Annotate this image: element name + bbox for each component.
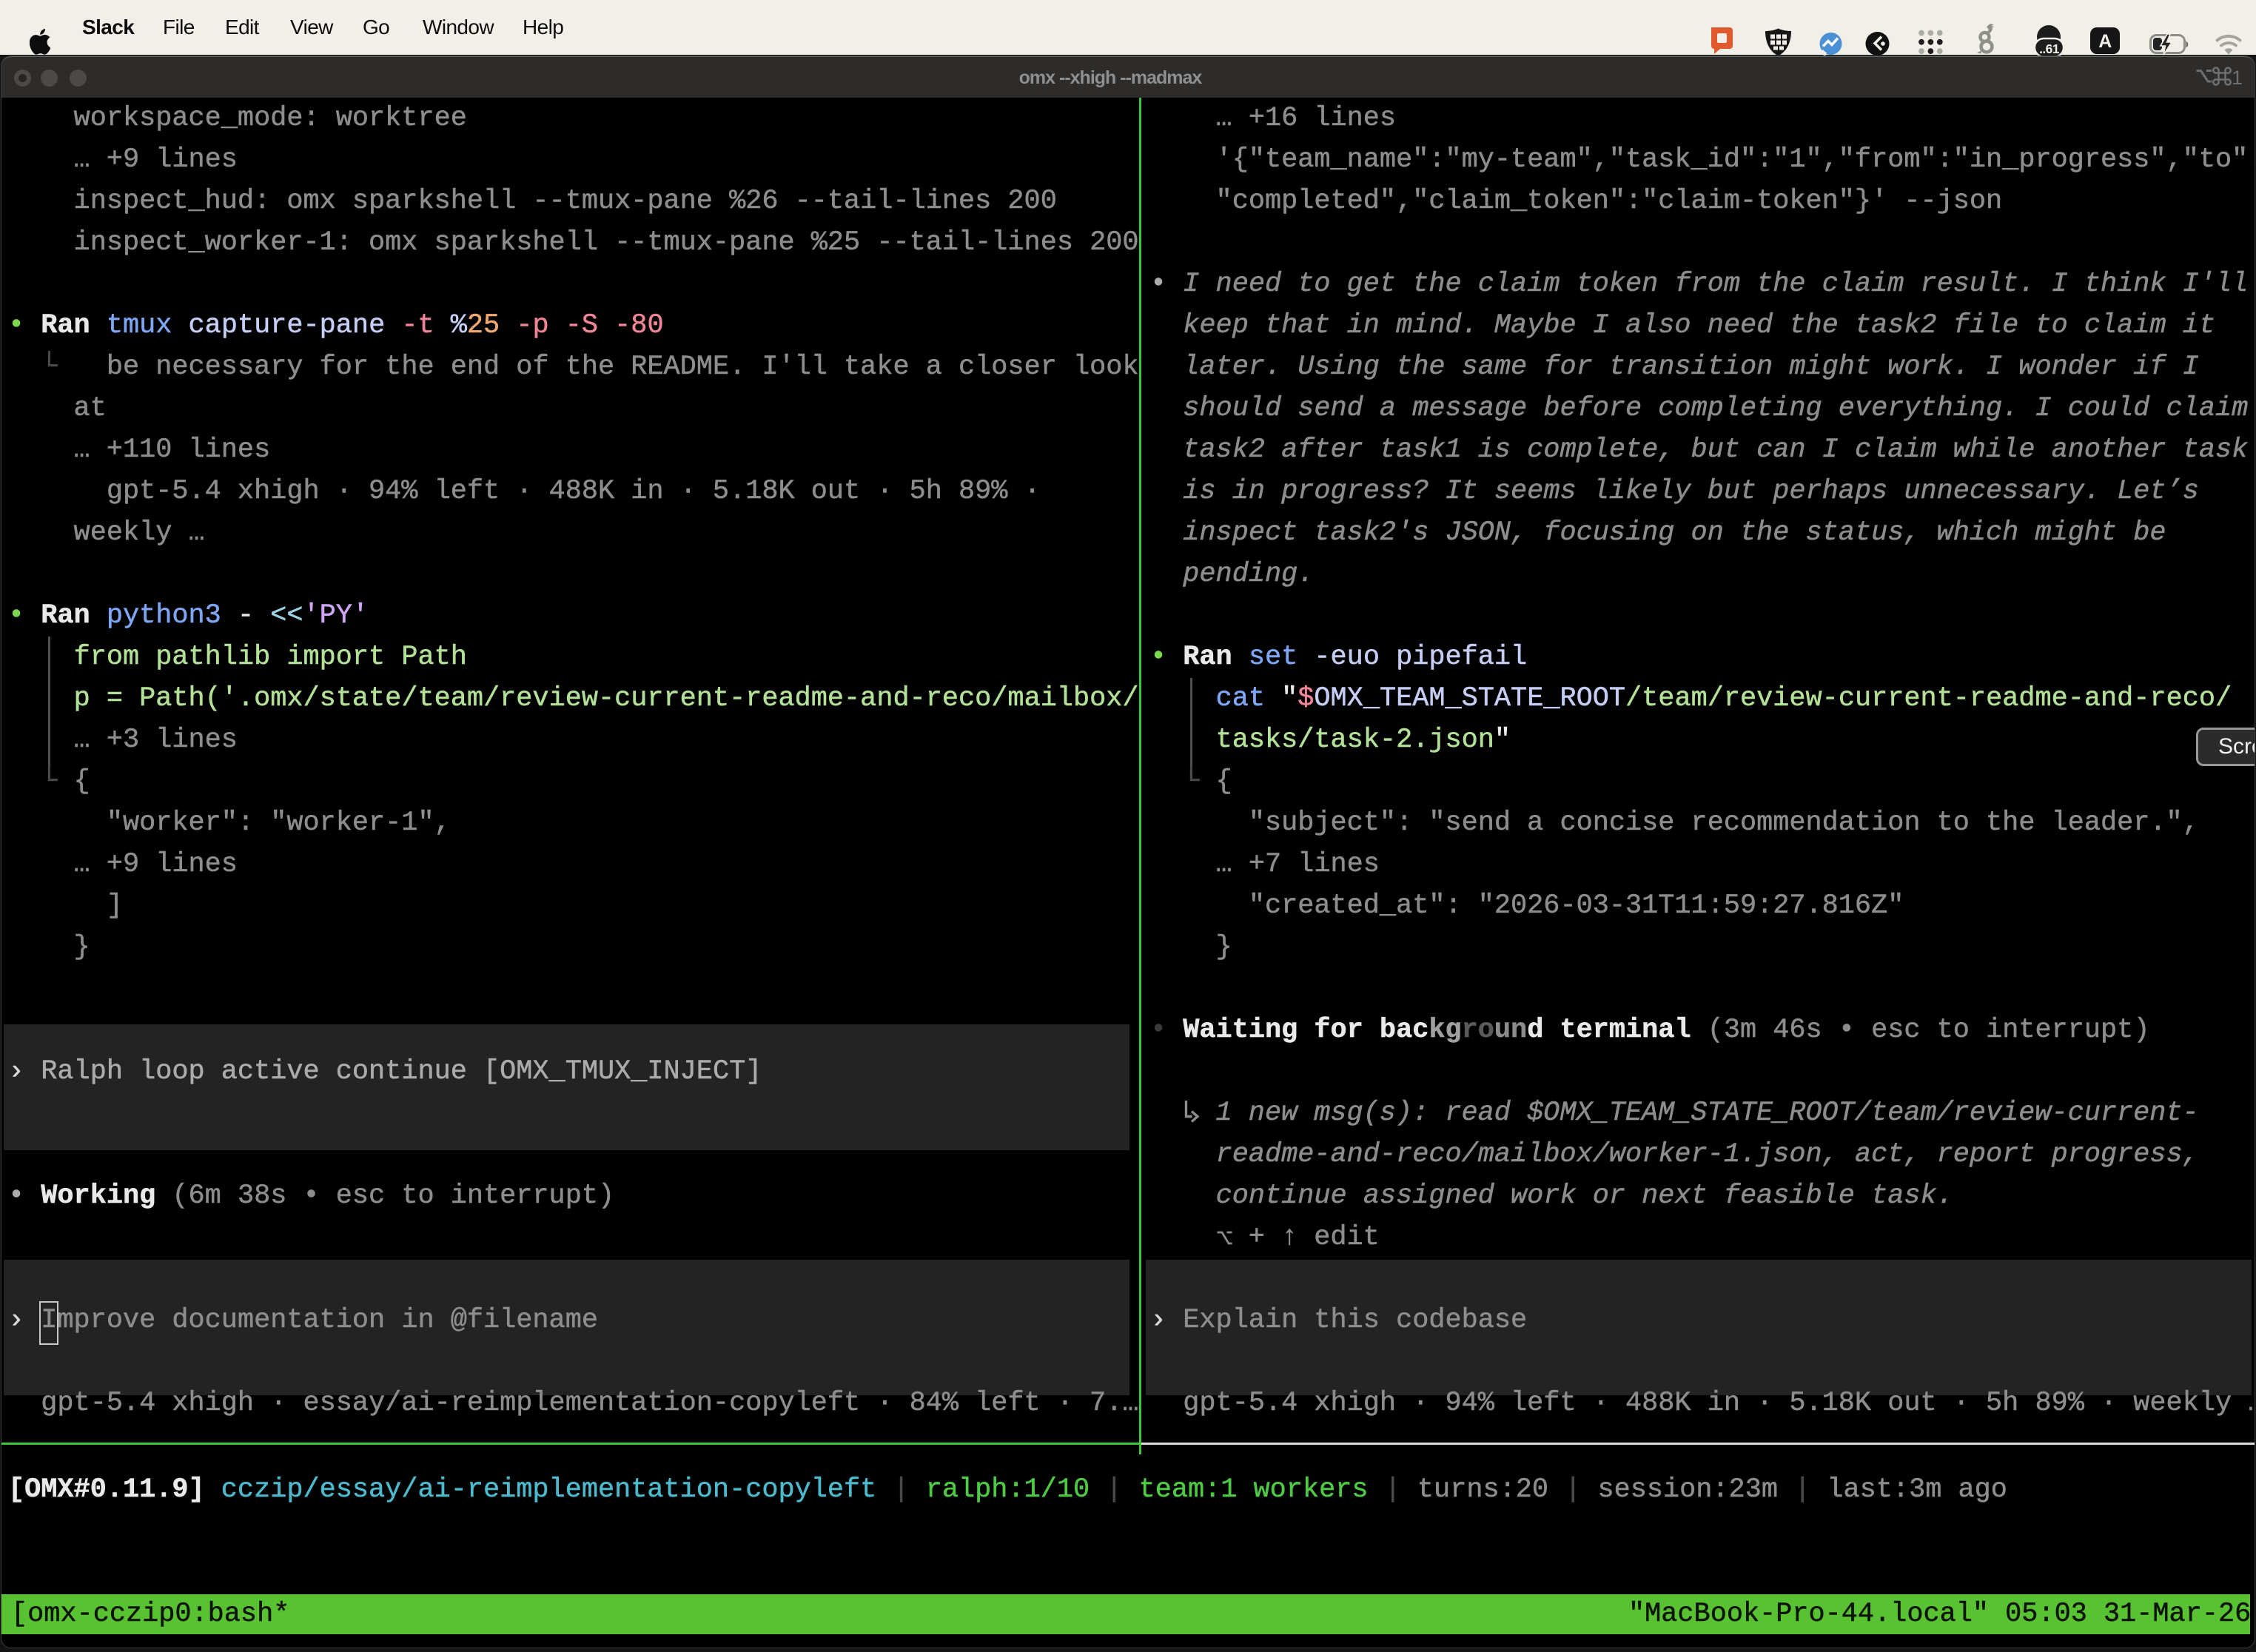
svg-text:..61: ..61 [2039,41,2060,56]
svg-text:A: A [2098,31,2112,52]
